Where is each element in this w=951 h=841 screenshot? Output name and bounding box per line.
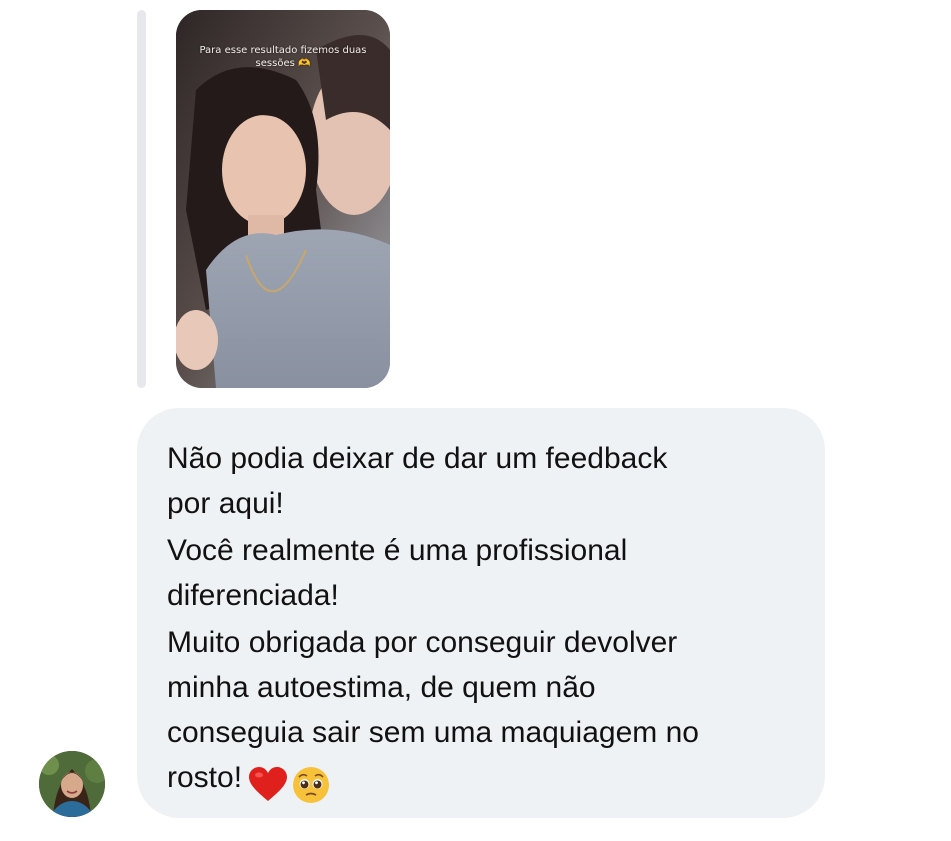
message-paragraph-3: Muito obrigada por conseguir devolver mi… bbox=[167, 620, 795, 806]
message-paragraph-2: Você realmente é uma profissional difere… bbox=[167, 528, 795, 618]
message-line: Muito obrigada por conseguir devolver bbox=[167, 626, 678, 659]
story-reply-thumbnail[interactable]: Para esse resultado fizemos duas sessões … bbox=[176, 10, 390, 388]
message-line: Não podia deixar de dar um feedback bbox=[167, 442, 668, 475]
message-line-last: rosto! bbox=[167, 755, 795, 806]
story-caption: Para esse resultado fizemos duas sessões … bbox=[176, 44, 390, 70]
message-line: diferenciada! bbox=[167, 579, 339, 612]
emoji-row bbox=[248, 761, 334, 806]
message-line: minha autoestima, de quem não bbox=[167, 671, 596, 704]
profile-photo-woman bbox=[39, 751, 105, 817]
message-line: por aqui! bbox=[167, 487, 284, 520]
reply-indicator-bar bbox=[137, 10, 146, 388]
story-caption-line-2: sessões 🫶 bbox=[255, 58, 311, 69]
pleading-face-icon bbox=[293, 767, 330, 804]
message-line-text: rosto! bbox=[167, 761, 243, 794]
sender-avatar[interactable] bbox=[39, 751, 105, 817]
message-bubble[interactable]: Não podia deixar de dar um feedback por … bbox=[137, 408, 825, 818]
message-line: Você realmente é uma profissional bbox=[167, 534, 628, 567]
message-paragraph-1: Não podia deixar de dar um feedback por … bbox=[167, 436, 795, 526]
message-line: conseguia sair sem uma maquiagem no bbox=[167, 716, 699, 749]
story-caption-line-1: Para esse resultado fizemos duas bbox=[199, 45, 367, 56]
red-heart-icon bbox=[249, 767, 288, 802]
